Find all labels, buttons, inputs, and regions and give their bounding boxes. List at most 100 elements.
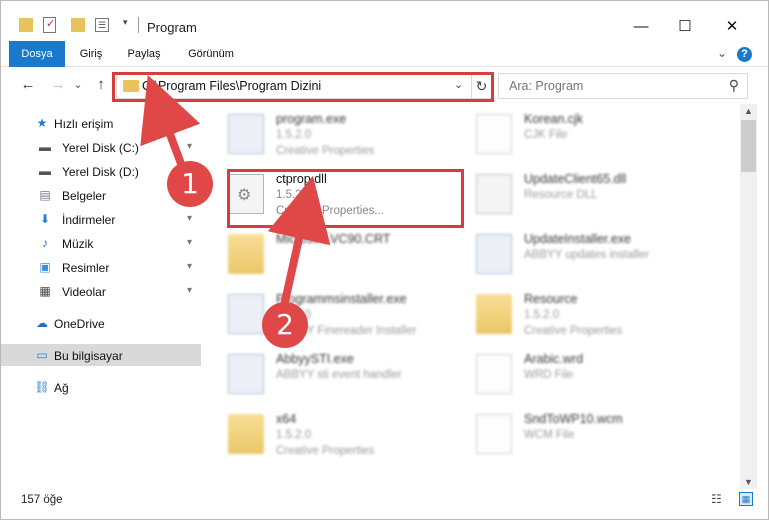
- pin-icon: ▾: [187, 261, 193, 272]
- sidebar-item-label: Yerel Disk (C:): [62, 141, 139, 155]
- file-tile[interactable]: Programmsinstaller.exe 1.5.2.0 ABBYY Fin…: [206, 284, 456, 344]
- file-highlight-box: [227, 169, 464, 228]
- ribbon-expand-icon[interactable]: ⌄: [717, 46, 727, 60]
- forward-button[interactable]: →: [48, 75, 68, 95]
- recent-locations-button[interactable]: ⌄: [68, 75, 88, 95]
- document-icon: [476, 114, 512, 154]
- file-tile[interactable]: UpdateClient65.dll Resource DLL: [454, 164, 704, 224]
- file-tile[interactable]: Korean.cjk CJK File: [454, 104, 704, 164]
- application-icon: [476, 234, 512, 274]
- folder-icon: [228, 414, 264, 454]
- file-tile[interactable]: Arabic.wrd WRD File: [454, 344, 704, 404]
- scroll-down-icon[interactable]: ▼: [740, 477, 757, 487]
- search-icon[interactable]: ⚲: [729, 77, 739, 94]
- file-list: program.exe 1.5.2.0 Creative Properties …: [206, 104, 740, 489]
- application-icon: [228, 294, 264, 334]
- up-button[interactable]: ↑: [91, 75, 111, 95]
- quick-access-view-icon[interactable]: ☰: [95, 18, 109, 32]
- file-tile[interactable]: x64 1.5.2.0 Creative Properties: [206, 404, 456, 464]
- window-title: Program: [147, 20, 197, 35]
- cloud-icon: ☁: [36, 316, 48, 330]
- file-detail: ABBYY updates installer: [524, 249, 650, 261]
- sidebar-item-videos[interactable]: ▦ Videolar ▾: [1, 280, 201, 302]
- file-tile[interactable]: SndToWP10.wcm WCM File: [454, 404, 704, 464]
- application-icon: [228, 114, 264, 154]
- file-tile[interactable]: AbbyySTI.exe ABBYY sti event handler: [206, 344, 456, 404]
- file-detail: 1.5.2.0: [524, 309, 560, 321]
- address-highlight-box: [112, 72, 494, 102]
- quick-access-folder-icon[interactable]: [19, 18, 33, 32]
- application-icon: [228, 354, 264, 394]
- file-name: SndToWP10.wcm: [524, 412, 623, 426]
- document-icon: [476, 414, 512, 454]
- file-tile[interactable]: Microsoft.VC90.CRT: [206, 224, 456, 284]
- sidebar-item-label: Ağ: [54, 381, 69, 395]
- title-bar: ✓ ☰ ▾ Program — ☐ ✕: [1, 1, 768, 41]
- file-tile[interactable]: Resource 1.5.2.0 Creative Properties: [454, 284, 704, 344]
- quick-access-properties-icon[interactable]: ✓: [43, 17, 56, 33]
- folder-icon: [476, 294, 512, 334]
- pin-icon: ▾: [187, 285, 193, 296]
- file-tile[interactable]: UpdateInstaller.exe ABBYY updates instal…: [454, 224, 704, 284]
- sidebar-item-quick-access[interactable]: ★ Hızlı erişim: [1, 112, 201, 134]
- sidebar-item-label: Yerel Disk (D:): [62, 165, 139, 179]
- file-detail: CJK File: [524, 129, 568, 141]
- callout-2: 2: [262, 302, 308, 348]
- file-detail: 1.5.2.0: [276, 429, 312, 441]
- help-icon[interactable]: ?: [737, 47, 752, 62]
- file-name: x64: [276, 412, 297, 426]
- sidebar-item-music[interactable]: ♪ Müzik ▾: [1, 232, 201, 254]
- quick-access-new-folder-icon[interactable]: [71, 18, 85, 32]
- sidebar-item-pictures[interactable]: ▣ Resimler ▾: [1, 256, 201, 278]
- file-name: program.exe: [276, 112, 347, 126]
- details-view-icon[interactable]: ☷: [711, 492, 722, 506]
- star-icon: ★: [36, 116, 48, 130]
- sidebar-item-onedrive[interactable]: ☁ OneDrive: [1, 312, 201, 334]
- sidebar-item-network[interactable]: ⛓ Ağ: [1, 376, 201, 398]
- video-icon: ▦: [39, 284, 51, 298]
- minimize-button[interactable]: —: [619, 11, 663, 41]
- sidebar-item-label: Müzik: [62, 237, 94, 251]
- pictures-icon: ▣: [39, 260, 51, 274]
- sidebar-item-this-pc[interactable]: ▭ Bu bilgisayar: [1, 344, 201, 366]
- network-icon: ⛓: [34, 380, 50, 394]
- search-box[interactable]: Ara: Program ⚲: [498, 73, 748, 99]
- quick-access-customize-icon[interactable]: ▾: [123, 17, 128, 35]
- scroll-thumb[interactable]: [741, 120, 756, 172]
- file-tile[interactable]: program.exe 1.5.2.0 Creative Properties: [206, 104, 456, 164]
- music-icon: ♪: [42, 236, 48, 250]
- drive-icon: ▬: [39, 164, 51, 178]
- search-placeholder: Ara: Program: [509, 79, 584, 93]
- sidebar-item-label: Belgeler: [62, 189, 107, 203]
- tab-home[interactable]: Giriş: [71, 41, 111, 67]
- close-button[interactable]: ✕: [710, 11, 754, 41]
- sidebar-item-label: Bu bilgisayar: [54, 349, 123, 363]
- tab-share[interactable]: Paylaş: [121, 41, 167, 67]
- ribbon-tabs: Dosya Giriş Paylaş Görünüm ⌄ ?: [1, 41, 768, 101]
- title-separator: [138, 17, 139, 33]
- pin-icon: ▾: [187, 237, 193, 248]
- tab-view[interactable]: Görünüm: [179, 41, 243, 67]
- file-detail: ABBYY sti event handler: [276, 369, 402, 381]
- file-name: UpdateClient65.dll: [524, 172, 627, 186]
- file-detail: Creative Properties: [276, 445, 375, 457]
- explorer-window: ✓ ☰ ▾ Program — ☐ ✕ Dosya Giriş Paylaş G…: [0, 0, 769, 520]
- large-icons-view-icon[interactable]: ▦: [739, 492, 753, 506]
- maximize-button[interactable]: ☐: [663, 11, 707, 41]
- sidebar-item-local-disk-c[interactable]: ▬ Yerel Disk (C:) ▾: [1, 136, 201, 158]
- scroll-up-icon[interactable]: ▲: [740, 106, 757, 116]
- dll-file-icon: [476, 174, 512, 214]
- vertical-scrollbar[interactable]: ▲ ▼: [740, 104, 757, 489]
- drive-icon: ▬: [39, 140, 51, 154]
- document-icon: [476, 354, 512, 394]
- file-name: Arabic.wrd: [524, 352, 584, 366]
- navigation-bar: ← → ⌄ ↑ C:\Program Files\Program Dizini …: [1, 67, 768, 104]
- sidebar-item-label: Videolar: [62, 285, 106, 299]
- documents-icon: ▤: [39, 188, 51, 202]
- sidebar-item-downloads[interactable]: ⬇ İndirmeler ▾: [1, 208, 201, 230]
- back-button[interactable]: ←: [18, 75, 38, 95]
- file-name: Resource: [524, 292, 578, 306]
- computer-icon: ▭: [36, 348, 48, 362]
- file-detail: Creative Properties: [524, 325, 623, 337]
- download-icon: ⬇: [39, 212, 51, 226]
